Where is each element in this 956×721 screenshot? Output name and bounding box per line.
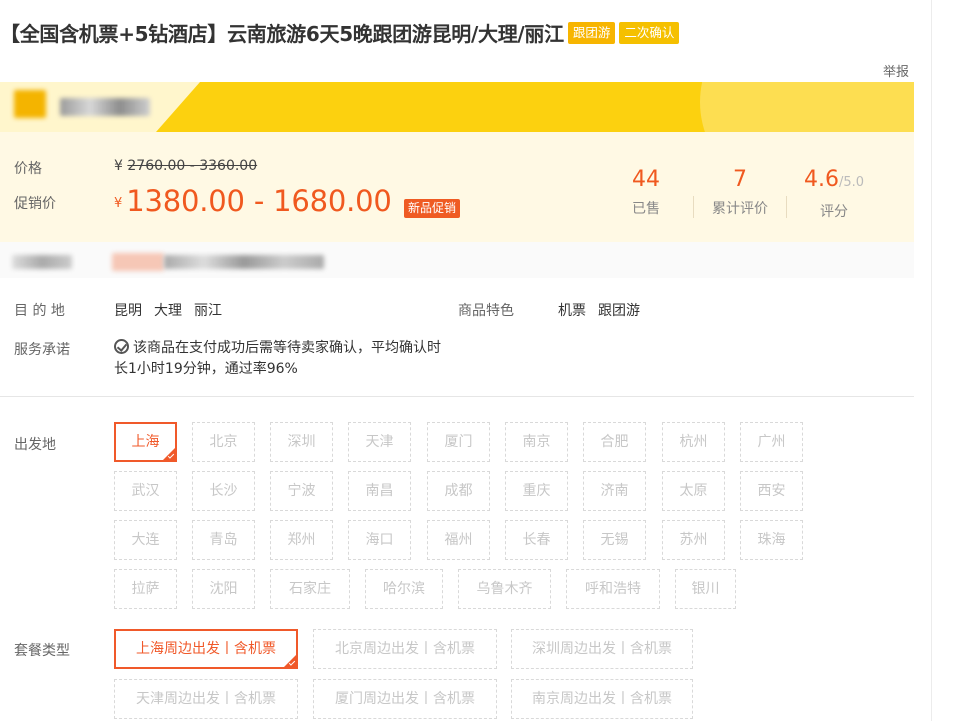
shop-logo-blurred <box>14 90 46 118</box>
departure-option[interactable]: 北京 <box>192 422 255 462</box>
service-promise: 该商品在支付成功后需等待卖家确认，平均确认时长1小时19分钟，通过率96% <box>114 339 441 377</box>
shop-name-blurred <box>60 98 150 116</box>
departure-label: 出发地 <box>14 437 56 453</box>
departure-option[interactable]: 青岛 <box>192 520 255 560</box>
package-option[interactable]: 南京周边出发丨含机票 <box>511 679 693 719</box>
departure-option[interactable]: 南昌 <box>348 471 411 511</box>
price-label: 价格 <box>14 161 42 177</box>
departure-option[interactable]: 天津 <box>348 422 411 462</box>
departure-option[interactable]: 长春 <box>505 520 568 560</box>
departure-option[interactable]: 珠海 <box>740 520 803 560</box>
check-circle-icon <box>114 339 129 354</box>
departure-option[interactable]: 宁波 <box>270 471 333 511</box>
departure-option[interactable]: 海口 <box>348 520 411 560</box>
departure-option[interactable]: 长沙 <box>192 471 255 511</box>
departure-option[interactable]: 西安 <box>740 471 803 511</box>
package-option[interactable]: 深圳周边出发丨含机票 <box>511 629 693 669</box>
departure-option[interactable]: 拉萨 <box>114 569 177 609</box>
stat-rating: 4.6/5.0 评分 <box>803 167 865 220</box>
package-option[interactable]: 北京周边出发丨含机票 <box>313 629 497 669</box>
title-row: 【全国含机票+5钻酒店】云南旅游6天5晚跟团游昆明/大理/丽江 跟团游 二次确认 <box>0 18 680 47</box>
report-link[interactable]: 举报 <box>883 61 909 80</box>
departure-option[interactable]: 沈阳 <box>192 569 255 609</box>
page-right-border <box>931 0 932 721</box>
feature-label: 商品特色 <box>458 303 514 319</box>
package-option[interactable]: 天津周边出发丨含机票 <box>114 679 298 719</box>
destination-label: 目 的 地 <box>14 303 65 319</box>
service-label: 服务承诺 <box>14 342 70 358</box>
destination-item: 丽江 <box>194 303 222 319</box>
departure-option[interactable]: 福州 <box>427 520 490 560</box>
departure-option[interactable]: 哈尔滨 <box>365 569 443 609</box>
section-divider <box>0 396 914 397</box>
departure-option[interactable]: 重庆 <box>505 471 568 511</box>
departure-option[interactable]: 银川 <box>675 569 736 609</box>
feature-list: 机票 跟团游 <box>558 300 652 320</box>
departure-option[interactable]: 呼和浩特 <box>566 569 660 609</box>
new-promo-badge: 新品促销 <box>404 199 461 218</box>
departure-option[interactable]: 乌鲁木齐 <box>458 569 551 609</box>
selected-check-icon <box>288 659 296 666</box>
departure-option[interactable]: 大连 <box>114 520 177 560</box>
tag-group-tour: 跟团游 <box>567 21 616 44</box>
destination-item: 大理 <box>154 303 182 319</box>
package-option[interactable]: 厦门周边出发丨含机票 <box>313 679 497 719</box>
feature-item: 机票 <box>558 303 586 319</box>
departure-option[interactable]: 郑州 <box>270 520 333 560</box>
departure-option[interactable]: 武汉 <box>114 471 177 511</box>
stat-sold: 44 已售 <box>632 167 660 217</box>
departure-option[interactable]: 济南 <box>583 471 646 511</box>
promo-price-label: 促销价 <box>14 196 56 212</box>
selected-check-icon <box>167 452 175 459</box>
departure-option[interactable]: 杭州 <box>662 422 725 462</box>
departure-option[interactable]: 苏州 <box>662 520 725 560</box>
departure-option-selected[interactable]: 上海 <box>114 422 177 462</box>
departure-option[interactable]: 太原 <box>662 471 725 511</box>
feature-item: 跟团游 <box>598 303 640 319</box>
package-option-selected[interactable]: 上海周边出发丨含机票 <box>114 629 298 669</box>
departure-option[interactable]: 无锡 <box>583 520 646 560</box>
departure-option[interactable]: 合肥 <box>583 422 646 462</box>
product-title: 【全国含机票+5钻酒店】云南旅游6天5晚跟团游昆明/大理/丽江 <box>0 22 564 46</box>
departure-option[interactable]: 深圳 <box>270 422 333 462</box>
destination-item: 昆明 <box>114 303 142 319</box>
original-price: ¥ 2760.00 - 3360.00 <box>114 158 258 174</box>
departure-option[interactable]: 广州 <box>740 422 803 462</box>
departure-option[interactable]: 南京 <box>505 422 568 462</box>
package-label: 套餐类型 <box>14 643 70 659</box>
stat-reviews[interactable]: 7 累计评价 <box>704 166 776 218</box>
departure-option[interactable]: 厦门 <box>427 422 490 462</box>
departure-option[interactable]: 成都 <box>427 471 490 511</box>
departure-option[interactable]: 石家庄 <box>270 569 350 609</box>
destination-list: 昆明 大理 丽江 <box>114 300 234 320</box>
promo-price: ¥1380.00 - 1680.00 <box>114 184 392 218</box>
tag-double-confirm: 二次确认 <box>619 21 680 44</box>
